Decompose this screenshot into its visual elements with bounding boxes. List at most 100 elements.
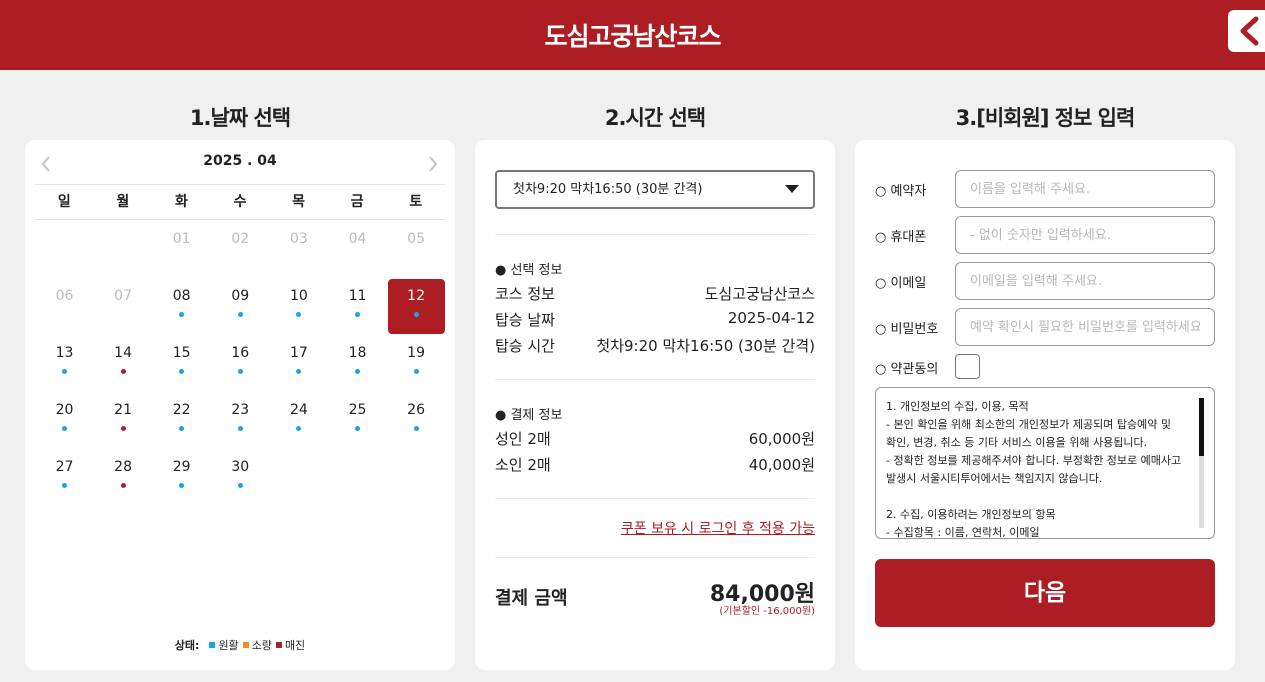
legend-label: 원활	[218, 639, 239, 652]
status-dot	[120, 426, 126, 431]
terms-line: - 수집항목 : 이름, 연락처, 이메일	[886, 526, 1040, 539]
calendar-day[interactable]: 22	[153, 393, 210, 448]
calendar-day[interactable]: 15	[153, 336, 210, 391]
coupon-link[interactable]: 쿠폰 보유 시 로그인 후 적용 가능	[621, 518, 815, 538]
status-dot	[62, 426, 67, 431]
calendar-day-number: 12	[407, 288, 425, 304]
course-row: 코스 정보 도심고궁남산코스	[495, 283, 815, 304]
discount-note: (기본할인 -16,000원)	[719, 606, 815, 617]
calendar-card: 2025 . 04 일 월 화 수 목 금 토 01 02 03 04 05 06 07 08 09 10 11…	[25, 140, 455, 670]
calendar-day-number: 28	[114, 459, 132, 475]
next-month-button[interactable]	[421, 152, 445, 176]
status-dot	[179, 483, 185, 488]
course-value: 도심고궁남산코스	[704, 285, 815, 303]
status-dot	[296, 426, 302, 431]
calendar-day-number: 17	[289, 345, 308, 361]
calendar-day-number: 21	[114, 402, 132, 418]
payment-info-title: ● 결제 정보	[495, 408, 563, 423]
calendar-day: 04	[329, 222, 386, 277]
calendar-day-number: 05	[407, 231, 425, 247]
status-dot	[179, 369, 185, 374]
calendar-day-number: 15	[172, 345, 191, 361]
calendar-day-selected[interactable]: 12	[387, 279, 445, 334]
calendar-day[interactable]: 14	[95, 336, 152, 391]
status-dot	[413, 426, 419, 431]
boarding-time-row: 탑승 시간 첫차9:20 막차16:50 (30분 간격)	[495, 335, 815, 356]
calendar-day[interactable]: 17	[270, 336, 327, 391]
legend-label: 소량	[251, 639, 272, 652]
legend-label: 매진	[284, 639, 306, 652]
email-label: ○ 이메일	[875, 276, 927, 291]
adult-price: 60,000원	[748, 430, 815, 448]
calendar-day[interactable]: 26	[388, 393, 445, 448]
back-button[interactable]	[1228, 10, 1265, 52]
total-label: 결제 금액	[495, 588, 568, 609]
calendar-day-number: 19	[407, 345, 425, 361]
terms-line: - 본인 확인을 위해 최소한의 개인정보가 제공되며 탑승예약 및	[886, 418, 1171, 431]
calendar-day[interactable]: 25	[329, 393, 386, 448]
next-button[interactable]: 다음	[875, 559, 1215, 627]
calendar-day[interactable]: 08	[153, 279, 210, 334]
calendar-day: 05	[388, 222, 445, 277]
terms-line: 1. 개인정보의 수집, 이용, 목적	[886, 400, 1029, 413]
calendar-day[interactable]: 21	[95, 393, 152, 448]
terms-scrollbar-thumb[interactable]	[1199, 398, 1204, 456]
calendar-day-number: 08	[172, 288, 191, 304]
terms-box[interactable]: 1. 개인정보의 수집, 이용, 목적 - 본인 확인을 위해 최소한의 개인정보…	[875, 387, 1215, 539]
password-input[interactable]	[955, 308, 1215, 346]
boarding-date-label: 탑승 날짜	[495, 311, 555, 329]
calendar-day-number: 10	[289, 288, 308, 304]
calendar-day-number: 11	[348, 288, 367, 304]
phone-input[interactable]	[955, 216, 1215, 254]
section-title-info: 3.[비회원] 정보 입력	[955, 106, 1136, 130]
weekday-label: 수	[233, 194, 247, 210]
status-dot	[237, 426, 243, 431]
name-input[interactable]	[955, 170, 1215, 208]
email-input[interactable]	[955, 262, 1215, 300]
calendar-day-number: 16	[231, 345, 250, 361]
status-dot	[179, 312, 185, 317]
status-dot	[296, 369, 302, 374]
calendar-day[interactable]: 11	[329, 279, 386, 334]
calendar-day[interactable]: 30	[212, 450, 269, 505]
status-dot	[355, 312, 360, 317]
calendar-day[interactable]: 19	[388, 336, 445, 391]
info-card: ○ 예약자 ○ 휴대폰 ○ 이메일 ○ 비밀번호 ○ 약관동의 1. 개인정보의…	[855, 140, 1235, 670]
child-row: 소인 2매 40,000원	[495, 454, 815, 475]
weekday-label: 토	[409, 194, 423, 210]
weekday-label: 금	[350, 194, 364, 210]
name-label: ○ 예약자	[875, 184, 927, 199]
calendar-day[interactable]: 29	[153, 450, 210, 505]
section-title-time: 2.시간 선택	[604, 106, 706, 130]
calendar-day[interactable]: 23	[212, 393, 269, 448]
password-label: ○ 비밀번호	[875, 322, 939, 337]
calendar-day[interactable]: 13	[36, 336, 93, 391]
calendar-day-number: 14	[114, 345, 132, 361]
calendar-day-number: 06	[55, 288, 74, 304]
selection-info-title: ● 선택 정보	[495, 263, 563, 278]
time-select-value: 첫차9:20 막차16:50 (30분 간격)	[513, 182, 703, 197]
adult-row: 성인 2매 60,000원	[495, 428, 815, 449]
calendar-day[interactable]: 18	[329, 336, 386, 391]
calendar-day[interactable]: 16	[212, 336, 269, 391]
calendar-legend: 상태: 원활 소량 매진	[25, 637, 455, 653]
calendar-day-number: 03	[289, 231, 308, 247]
agree-checkbox[interactable]	[955, 354, 980, 379]
legend-swatch	[275, 642, 282, 648]
calendar-month: 2025 . 04	[203, 153, 277, 169]
calendar-day: 01	[153, 222, 210, 277]
calendar-day-number: 02	[231, 231, 250, 247]
calendar-day[interactable]: 09	[212, 279, 269, 334]
header: 도심고궁남산코스	[0, 0, 1265, 70]
calendar-day[interactable]: 27	[36, 450, 93, 505]
page-title: 도심고궁남산코스	[544, 22, 721, 51]
calendar-day[interactable]: 20	[36, 393, 93, 448]
terms-line: 2. 수집, 이용하려는 개인정보의 항목	[886, 508, 1056, 521]
calendar-day: 06	[36, 279, 93, 334]
calendar-day[interactable]: 28	[95, 450, 152, 505]
calendar-day-number: 01	[172, 231, 191, 247]
calendar-day-number: 27	[55, 459, 74, 475]
calendar-day[interactable]: 24	[270, 393, 327, 448]
calendar-day[interactable]: 10	[270, 279, 327, 334]
time-select[interactable]: 첫차9:20 막차16:50 (30분 간격)	[495, 170, 815, 209]
